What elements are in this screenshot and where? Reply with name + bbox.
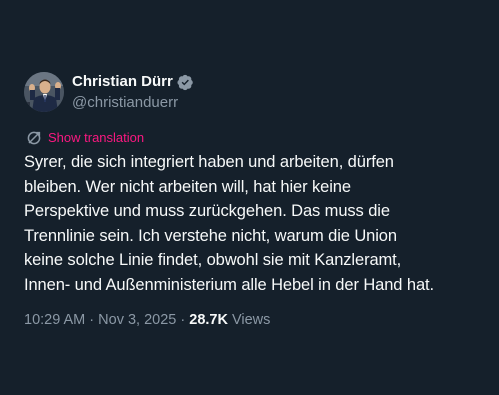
meta-separator: · [85,312,99,328]
translate-icon [26,130,42,146]
tweet-text: Syrer, die sich integriert haben und arb… [24,150,484,298]
tweet-text-line: bleiben. Wer nicht arbeiten will, hat hi… [24,177,351,196]
meta-separator: · [176,312,190,328]
handle[interactable]: @christianduerr [72,93,194,113]
display-name: Christian Dürr [72,73,173,90]
tweet-header: Christian Dürr @christianduerr [24,70,484,114]
tweet-text-line: Syrer, die sich integriert haben und arb… [24,153,394,171]
tweet-text-line: Perspektive und muss zurückgehen. Das mu… [24,202,390,221]
tweet-text-line: Trennlinie sein. Ich verstehe nicht, war… [24,226,397,245]
tweet-meta: 10:29 AM · Nov 3, 2025 · 28.7K Views [24,310,270,330]
tweet-text-line: Innen- und Außenministerium alle Hebel i… [24,275,434,294]
views-label: Views [231,312,271,328]
author-names: Christian Dürr @christianduerr [72,73,194,113]
show-translation-button[interactable]: Show translation [26,130,144,146]
views-count: 28.7K [189,312,228,328]
tweet-text-line: keine solche Linie findet, obwohl sie mi… [24,251,402,270]
tweet-date: Nov 3, 2025 [98,312,177,328]
verified-badge-icon[interactable] [177,74,194,91]
timestamp-link[interactable]: 10:29 AM · Nov 3, 2025 [24,312,176,328]
show-translation-label: Show translation [48,130,145,145]
avatar[interactable] [24,72,64,112]
tweet-time: 10:29 AM [24,312,86,328]
display-name-link[interactable]: Christian Dürr [72,73,194,91]
avatar-photo [24,72,64,112]
